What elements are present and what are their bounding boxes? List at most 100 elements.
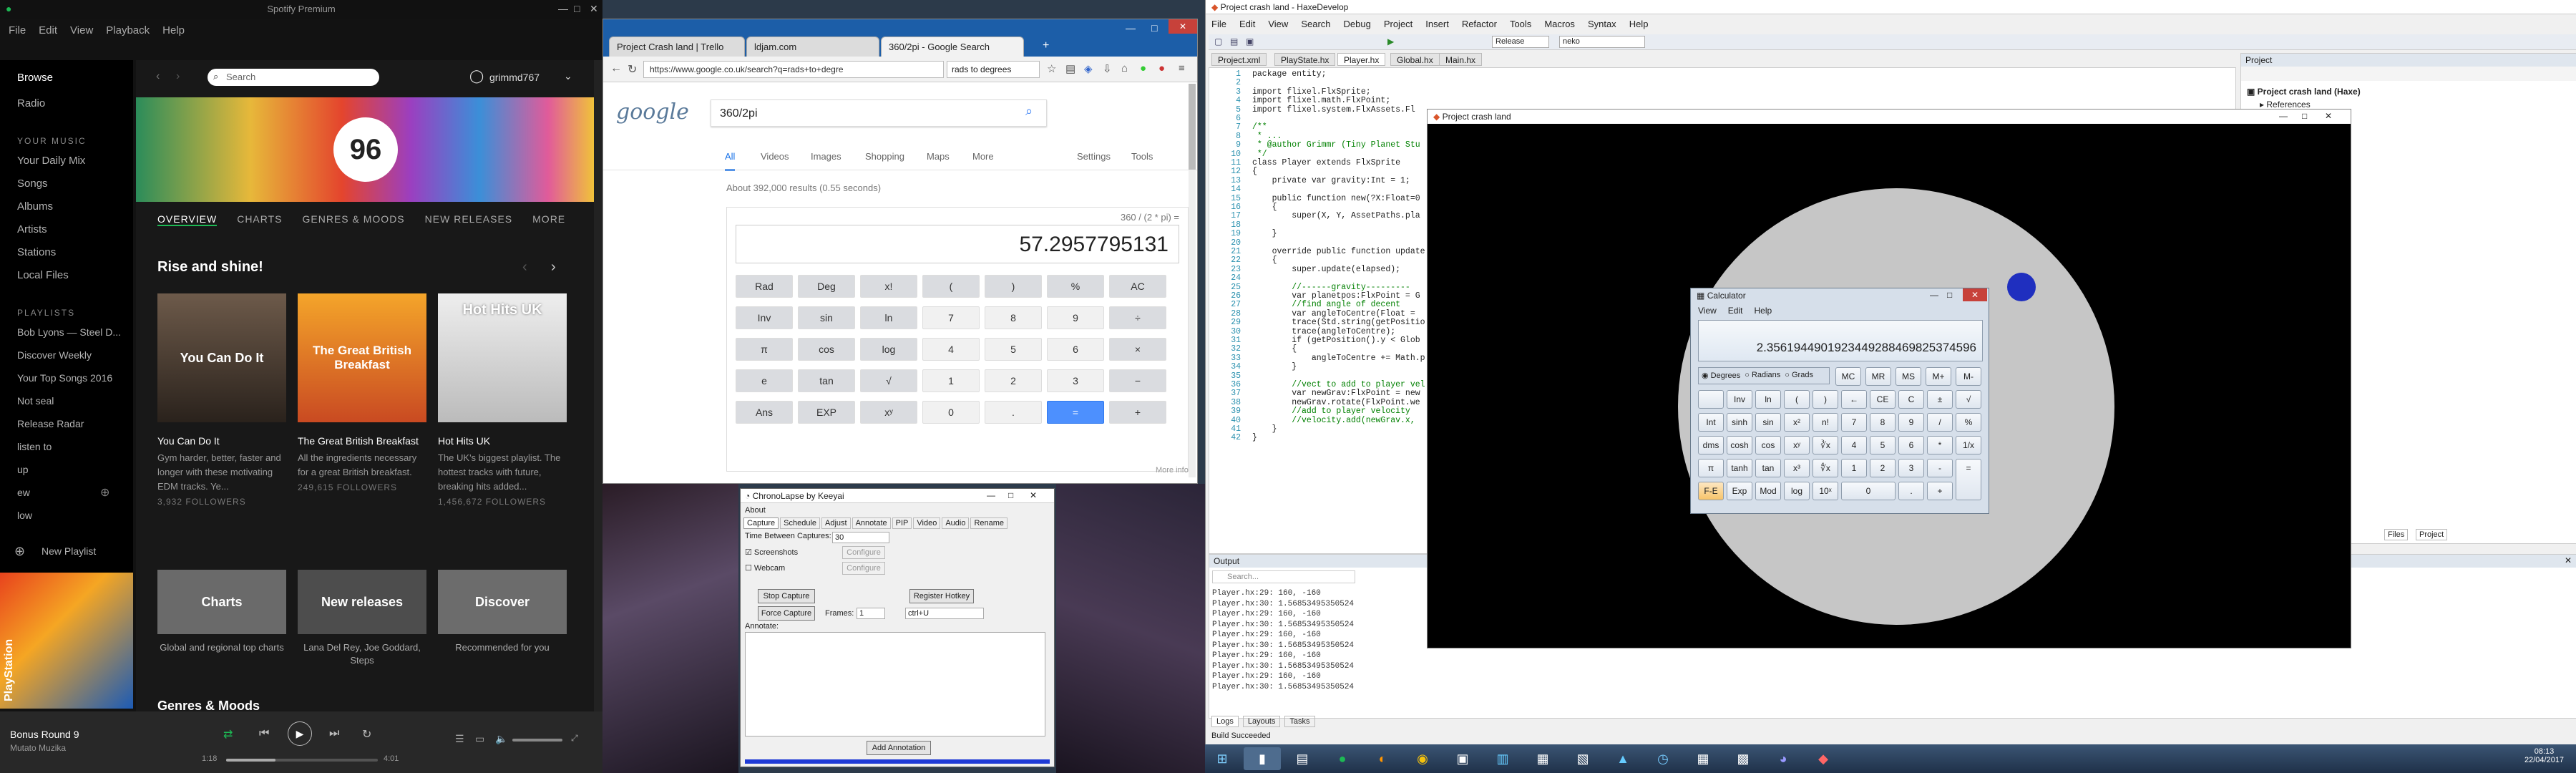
code-line[interactable]: * @author Grimmr (Tiny Planet Stu <box>1252 140 1420 150</box>
tab-video[interactable]: Video <box>913 517 941 529</box>
start-icon[interactable]: ⊞ <box>1208 747 1236 770</box>
calc-key[interactable]: n! <box>1813 413 1838 432</box>
code-line[interactable]: //velocity.add(newGrav.x, <box>1252 416 1415 425</box>
menu-view[interactable]: View <box>1268 19 1288 29</box>
calc-key[interactable]: C <box>1898 390 1924 409</box>
maximize-icon[interactable]: □ <box>1151 22 1157 34</box>
run-icon[interactable]: ▶ <box>1387 37 1394 47</box>
code-line[interactable]: { <box>1252 344 1297 354</box>
memory-key[interactable]: M- <box>1956 367 1981 386</box>
menu-about[interactable]: About <box>745 506 766 515</box>
volume-slider[interactable] <box>512 739 562 742</box>
calc-key[interactable]: EXP <box>798 401 855 424</box>
code-line[interactable]: } <box>1252 424 1277 434</box>
calc-key[interactable]: ∜x <box>1813 459 1838 477</box>
next-icon[interactable]: ⏭ <box>329 727 339 740</box>
clock-app-icon[interactable]: ◷ <box>1644 747 1682 770</box>
playlist-card[interactable]: You Can Do It You Can Do It Gym harder, … <box>157 293 286 507</box>
carousel-prev-icon[interactable]: ‹ <box>522 259 527 276</box>
tab-project[interactable]: Project <box>2416 529 2448 540</box>
calc-key[interactable]: ± <box>1927 390 1953 409</box>
calc-key[interactable]: Mod <box>1755 482 1781 500</box>
calc-key[interactable]: 0 <box>1841 482 1896 500</box>
calc-key[interactable]: sinh <box>1727 413 1752 432</box>
calc-key[interactable]: 6 <box>1047 338 1104 361</box>
nav-radio[interactable]: Radio <box>17 97 45 110</box>
calc-key[interactable]: 7 <box>1841 413 1867 432</box>
scrollbar[interactable] <box>594 60 602 711</box>
calc-key[interactable]: 3 <box>1047 369 1104 392</box>
frames-input[interactable]: 1 <box>857 608 885 619</box>
menu-search[interactable]: Search <box>1301 19 1330 29</box>
tab-trello[interactable]: Project Crash land | Trello <box>609 37 745 57</box>
calculator-taskbar-icon[interactable]: ▦ <box>1684 747 1722 770</box>
code-line[interactable]: { <box>1252 256 1277 265</box>
radio-degrees[interactable]: ◉ Degrees <box>1702 371 1740 381</box>
search-tab-shopping[interactable]: Shopping <box>865 151 904 162</box>
tab-google-search[interactable]: 360/2pi - Google Search <box>881 37 1024 57</box>
calc-key[interactable]: ln <box>1755 390 1781 409</box>
search-tab-maps[interactable]: Maps <box>927 151 950 162</box>
close-icon[interactable]: ✕ <box>2565 555 2572 565</box>
code-line[interactable]: import flixel.FlxSprite; <box>1252 87 1371 97</box>
chevron-down-icon[interactable]: ⌄ <box>564 70 572 82</box>
calc-key[interactable]: 10ˣ <box>1813 482 1838 500</box>
app-icon[interactable]: ▣ <box>1444 747 1481 770</box>
calc-key[interactable]: Exp <box>1727 482 1752 500</box>
nav-artists[interactable]: Artists <box>17 223 47 235</box>
add-playlist-icon[interactable]: ⊕ <box>100 485 109 500</box>
memory-key[interactable]: MS <box>1896 367 1921 386</box>
close-icon[interactable]: ✕ <box>1169 19 1197 34</box>
promo-banner[interactable]: 96 <box>136 97 594 202</box>
output-search[interactable]: Search... <box>1212 570 1355 583</box>
playlist-item[interactable]: Not seal <box>17 395 54 407</box>
calc-key[interactable]: 3 <box>1898 459 1924 477</box>
configure-screenshots-button[interactable]: Configure <box>842 546 885 559</box>
tab-genres[interactable]: GENRES & MOODS <box>303 213 405 226</box>
tab-charts[interactable]: CHARTS <box>237 213 282 226</box>
volume-icon[interactable]: 🔈 <box>495 733 507 745</box>
star-icon[interactable]: ☆ <box>1047 62 1056 75</box>
playlist-card[interactable]: The Great British Breakfast The Great Br… <box>298 293 426 492</box>
menu-file[interactable]: File <box>9 24 26 37</box>
code-line[interactable]: //find angle of decent <box>1252 300 1400 309</box>
configure-webcam-button[interactable]: Configure <box>842 562 885 575</box>
toolbar-search[interactable]: rads to degrees <box>947 61 1040 78</box>
calc-key[interactable]: ) <box>1813 390 1838 409</box>
code-line[interactable]: } <box>1252 362 1297 371</box>
menu-help[interactable]: Help <box>1754 306 1772 316</box>
tab-logs[interactable]: Logs <box>1211 716 1239 727</box>
code-line[interactable]: public function new(?X:Float=0 <box>1252 194 1420 203</box>
calc-key[interactable]: ← <box>1841 390 1867 409</box>
tab-files[interactable]: Files <box>2384 529 2409 540</box>
more-info-link[interactable]: More info <box>1156 466 1189 475</box>
calc-key[interactable]: log <box>860 338 917 361</box>
search-tab-images[interactable]: Images <box>811 151 841 162</box>
calc-key[interactable]: ( <box>922 275 980 298</box>
code-line[interactable]: //add to player velocity <box>1252 407 1410 416</box>
scrollbar[interactable] <box>1189 84 1196 477</box>
search-tab-more[interactable]: More <box>972 151 994 162</box>
nav-browse[interactable]: Browse <box>17 72 53 84</box>
firefox-icon[interactable]: ◐ <box>1364 747 1401 770</box>
tab-ldjam[interactable]: ldjam.com <box>746 37 879 57</box>
tab-capture[interactable]: Capture <box>743 517 779 529</box>
search-tab-all[interactable]: All <box>725 151 736 171</box>
maximize-icon[interactable]: □ <box>2302 111 2307 121</box>
calc-key[interactable]: π <box>736 338 793 361</box>
calc-key[interactable]: / <box>1927 413 1953 432</box>
search-tools[interactable]: Tools <box>1131 151 1153 162</box>
calc-key[interactable]: x² <box>1784 413 1810 432</box>
download-icon[interactable]: ⇩ <box>1103 62 1112 75</box>
play-button[interactable]: ▶ <box>288 721 312 746</box>
chrome-taskbar-icon[interactable]: ◉ <box>1404 747 1441 770</box>
calc-key[interactable]: 4 <box>922 338 980 361</box>
calc-key[interactable]: 5 <box>1870 436 1896 454</box>
calc-key[interactable]: 1/x <box>1956 436 1981 454</box>
playlist-item[interactable]: up <box>17 464 29 475</box>
playlist-item[interactable]: ew <box>17 487 30 498</box>
code-line[interactable]: super.update(elapsed); <box>1252 265 1400 274</box>
shuffle-icon[interactable]: ⇄ <box>223 727 233 742</box>
calc-key[interactable]: ln <box>860 306 917 329</box>
calc-key[interactable]: ÷ <box>1109 306 1166 329</box>
